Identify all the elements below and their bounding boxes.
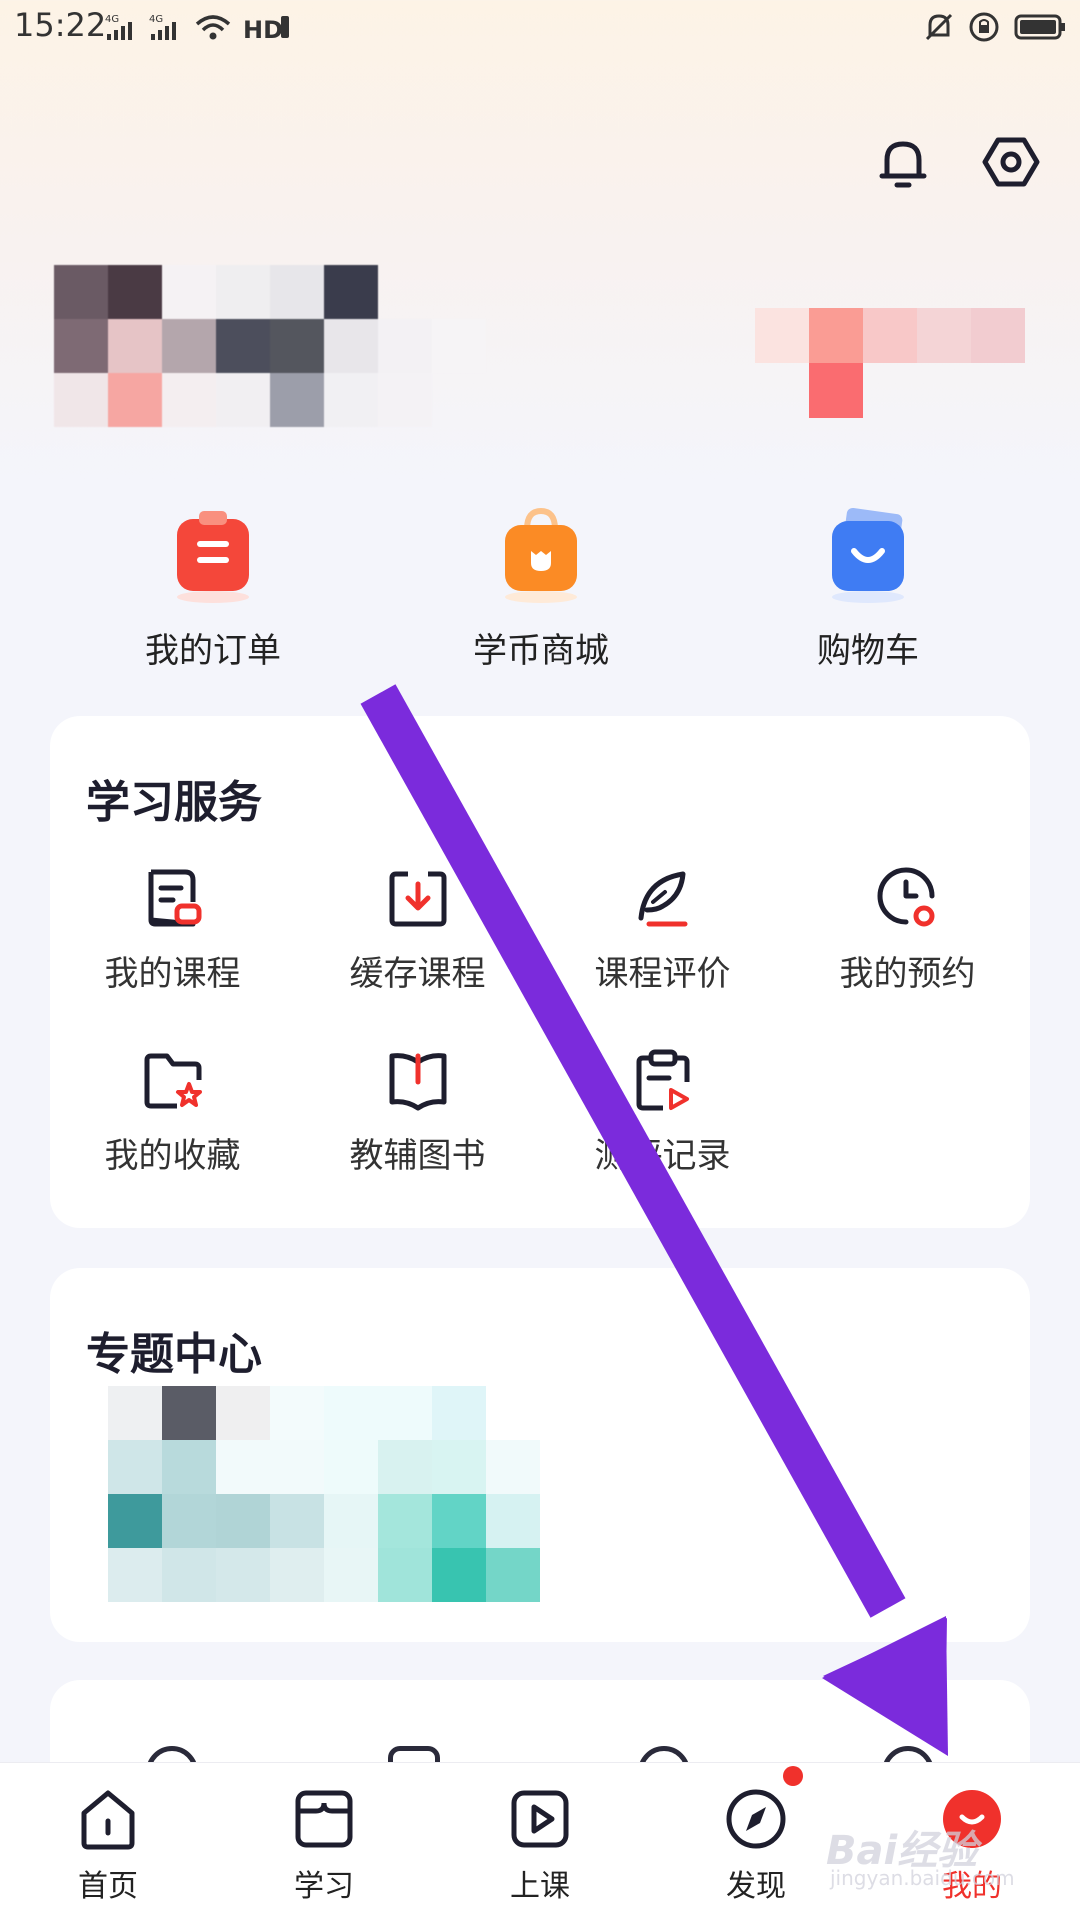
status-bar: 15:22 4G 4G HD [0,0,1080,56]
svg-text:4G: 4G [149,14,163,25]
quick-entry-label: 购物车 [817,631,919,671]
quick-entries: 我的订单 学币商城 购物车 [0,505,1080,675]
cart-bag-icon [832,507,904,603]
quick-entry-coin-mall[interactable]: 学币商城 [441,505,641,675]
quick-entry-shopping-cart[interactable]: 购物车 [768,505,968,675]
badge-mosaic [755,308,1025,418]
play-class-icon [511,1790,569,1848]
watermark-url: jingyan.baidu.com [830,1866,1015,1890]
book-icon [389,1053,446,1111]
quick-entry-label: 学币商城 [473,631,609,671]
learning-services-title: 学习服务 [86,777,262,828]
quick-entry-label: 我的订单 [145,631,281,671]
shopping-bag-icon [505,507,577,603]
topic-center-title: 专题中心 [86,1329,262,1380]
feather-pen-icon [638,871,687,927]
service-label: 课程评价 [594,954,731,994]
tab-class[interactable]: 上课 [432,1763,648,1920]
study-book-icon [295,1790,353,1848]
settings-button[interactable] [981,132,1041,192]
bell-icon [879,141,927,188]
svg-text:HD: HD [243,16,283,42]
signal-4g-icon: 4G [105,14,132,40]
avatar-mosaic [54,265,486,427]
tab-label: 学习 [294,1869,354,1904]
topic-banner-blurred[interactable] [108,1386,540,1602]
clock-icon [877,867,934,927]
notification-button[interactable] [873,132,933,192]
home-icon [81,1790,135,1850]
topic-center-card: 专题中心 [50,1268,1030,1642]
download-cache-icon [389,871,446,927]
service-label: 我的课程 [104,954,241,994]
tab-study[interactable]: 学习 [216,1763,432,1920]
service-label: 我的收藏 [104,1136,241,1176]
svg-text:4G: 4G [105,14,119,25]
rotation-lock-icon [969,12,999,42]
quick-entry-my-orders[interactable]: 我的订单 [113,505,313,675]
bell-muted-icon [925,13,953,41]
course-doc-icon [148,869,201,927]
clipboard-play-icon [636,1049,689,1111]
member-badge-blurred[interactable] [755,308,1025,418]
service-my-appointments[interactable]: 我的预约 [785,866,1030,1006]
service-course-review[interactable]: 课程评价 [540,866,785,1006]
tab-home[interactable]: 首页 [0,1763,216,1920]
status-icons-right [924,10,1066,44]
folder-star-icon [144,1053,202,1109]
status-time: 15:22 [14,6,107,44]
service-my-courses[interactable]: 我的课程 [50,866,295,1006]
discover-notification-dot [783,1766,803,1786]
tab-label: 首页 [78,1869,138,1904]
service-cached-courses[interactable]: 缓存课程 [295,866,540,1006]
service-label: 我的预约 [839,954,976,994]
compass-icon [726,1789,786,1849]
tab-label: 上课 [510,1869,570,1904]
hd-icon: HD [243,16,289,42]
order-clipboard-icon [177,511,249,603]
service-test-records[interactable]: 测评记录 [540,1048,785,1188]
wifi-icon [195,15,231,40]
battery-icon [1014,14,1065,40]
service-label: 教辅图书 [349,1136,486,1176]
status-icons-left: 4G 4G HD [105,10,291,44]
learning-services-card: 学习服务 我的课程 缓存课程 课程评价 我的预约 我的收藏 教辅图书 测评记录 [50,716,1030,1228]
service-my-favorites[interactable]: 我的收藏 [50,1048,295,1188]
user-profile-blurred[interactable] [54,265,486,427]
settings-hexagon-icon [982,137,1040,187]
service-label: 缓存课程 [349,954,486,994]
service-label: 测评记录 [594,1136,731,1176]
service-tutoring-books[interactable]: 教辅图书 [295,1048,540,1188]
signal-4g-icon-2: 4G [149,14,176,40]
